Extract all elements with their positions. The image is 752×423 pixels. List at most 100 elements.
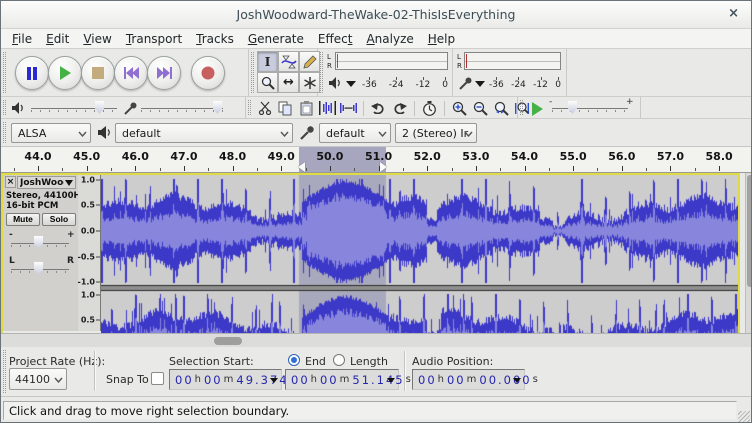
length-radio[interactable] (333, 354, 345, 366)
recording-volume-thumb[interactable] (213, 101, 222, 114)
pan-slider-thumb[interactable] (34, 262, 43, 275)
toolbar-grip[interactable] (3, 52, 6, 93)
menu-transport[interactable]: Transport (119, 31, 189, 47)
toolbar-grip[interactable] (3, 100, 6, 115)
toolbar-grip[interactable] (248, 100, 251, 115)
menu-analyze[interactable]: Analyze (359, 31, 420, 47)
time-field-dropdown-arrow[interactable] (270, 378, 278, 383)
audio-host-select[interactable]: ALSA (11, 123, 91, 143)
play-at-speed-button[interactable] (527, 99, 548, 118)
pause-button[interactable] (15, 56, 49, 90)
paste-button[interactable] (296, 99, 317, 118)
fit-selection-button[interactable] (491, 99, 512, 118)
selection-boundary-arrow-icon[interactable] (380, 162, 387, 172)
selection-boundary-arrow-icon[interactable] (298, 162, 305, 172)
track-title-bar[interactable]: JoshWoodwa (17, 176, 76, 189)
menu-file[interactable]: File (5, 31, 39, 47)
ruler-label: 47.0 (170, 150, 197, 163)
multi-tool-button[interactable] (299, 72, 320, 93)
time-digits[interactable]: 49.374 (236, 373, 288, 387)
horizontal-scrollbar[interactable] (1, 333, 751, 347)
recording-channels-select[interactable]: 2 (Stereo) Ir (395, 123, 477, 143)
trim-audio-button[interactable] (317, 99, 338, 118)
toolbar-grip[interactable] (3, 350, 6, 393)
time-field-dropdown-arrow[interactable] (387, 378, 395, 383)
fit-selection-icon (494, 101, 509, 116)
timeline-ruler[interactable]: 44.045.046.047.048.049.050.051.052.053.0… (1, 147, 751, 173)
menu-view[interactable]: View (76, 31, 118, 47)
toolbar-grip[interactable] (520, 100, 523, 115)
silence-audio-button[interactable] (338, 99, 359, 118)
window-close-button[interactable]: × (728, 6, 739, 21)
time-shift-tool-button[interactable]: ↔ (278, 72, 299, 93)
envelope-tool-button[interactable] (278, 51, 299, 72)
playback-meter-bars[interactable] (335, 52, 448, 70)
time-digits[interactable]: 00 (320, 373, 339, 387)
vertical-scrollbar-thumb[interactable] (747, 175, 752, 287)
time-digits[interactable]: 00 (418, 373, 437, 387)
undo-button[interactable] (368, 99, 389, 118)
title-bar[interactable]: JoshWoodward-TheWake-02-ThisIsEverything… (1, 1, 751, 29)
sync-lock-button[interactable] (419, 99, 440, 118)
time-digits[interactable]: 00 (291, 373, 310, 387)
zoom-in-button[interactable] (449, 99, 470, 118)
menu-edit[interactable]: Edit (39, 31, 76, 47)
track-close-button[interactable]: × (5, 176, 16, 188)
skip-to-start-button[interactable] (114, 56, 148, 90)
menu-help[interactable]: Help (421, 31, 462, 47)
stop-button[interactable] (81, 56, 115, 90)
copy-button[interactable] (275, 99, 296, 118)
recording-device-select[interactable]: default (319, 123, 391, 143)
recording-meter-bars[interactable] (464, 52, 561, 70)
cut-button[interactable] (254, 99, 275, 118)
audio-position-field[interactable]: 00h00m00.000s (412, 369, 525, 390)
project-rate-select[interactable]: 44100 (9, 368, 67, 390)
recording-device-value: default (326, 127, 365, 140)
zoom-tool-button[interactable] (257, 72, 278, 93)
solo-button[interactable]: Solo (42, 213, 76, 226)
time-digits[interactable]: 00 (175, 373, 194, 387)
playback-device-select[interactable]: default (115, 123, 293, 143)
vertical-ruler[interactable]: 1.00.50.0-0.5-1.01.00.5 (78, 175, 101, 331)
toolbar-grip[interactable] (320, 52, 323, 93)
horizontal-scrollbar-thumb[interactable] (214, 337, 242, 345)
track-menu-arrow-icon[interactable] (65, 180, 73, 186)
draw-tool-button[interactable] (299, 51, 320, 72)
end-radio[interactable] (288, 354, 300, 366)
ruler-tick (38, 166, 39, 171)
playback-meter-toolbar[interactable]: L R -36-24-120 (318, 49, 453, 96)
playback-volume-thumb[interactable] (95, 101, 104, 114)
snap-to-checkbox[interactable] (151, 372, 164, 385)
waveform-canvas[interactable] (101, 175, 738, 333)
ruler-tick (452, 168, 453, 171)
menu-effect[interactable]: Effect (311, 31, 360, 47)
selection-start-field[interactable]: 00h00m49.374s (169, 369, 282, 390)
meter-dropdown-arrow[interactable] (346, 81, 356, 87)
vertical-scrollbar[interactable] (745, 173, 752, 333)
redo-button[interactable] (389, 99, 410, 118)
time-digits[interactable]: 00 (204, 373, 223, 387)
playback-volume-slider[interactable] (31, 108, 117, 109)
resize-grip[interactable] (738, 411, 750, 423)
time-digits[interactable]: 51.145 (352, 373, 404, 387)
skip-to-end-button[interactable] (147, 56, 181, 90)
zoom-out-button[interactable] (470, 99, 491, 118)
recording-meter-toolbar[interactable]: L R -36-24-120 (453, 49, 567, 96)
menu-tracks[interactable]: Tracks (189, 31, 241, 47)
toolbar-grip[interactable] (251, 52, 254, 93)
time-field-dropdown-arrow[interactable] (513, 378, 521, 383)
selection-end-field[interactable]: 00h00m51.145s (285, 369, 399, 390)
time-digits[interactable]: 00 (447, 373, 466, 387)
selection-tool-button[interactable]: I (257, 51, 278, 72)
mute-button[interactable]: Mute (6, 213, 40, 226)
play-button[interactable] (48, 56, 82, 90)
gain-slider-thumb[interactable] (34, 236, 43, 249)
record-button[interactable] (191, 56, 225, 90)
menu-generate[interactable]: Generate (241, 31, 311, 47)
toolbar-grip[interactable] (3, 122, 6, 143)
play-speed-thumb[interactable] (568, 101, 577, 114)
play-speed-slider[interactable] (552, 108, 628, 109)
recording-volume-slider[interactable] (141, 108, 223, 109)
time-digits[interactable]: 00.000 (479, 373, 531, 387)
meter-dropdown-arrow[interactable] (475, 81, 485, 87)
